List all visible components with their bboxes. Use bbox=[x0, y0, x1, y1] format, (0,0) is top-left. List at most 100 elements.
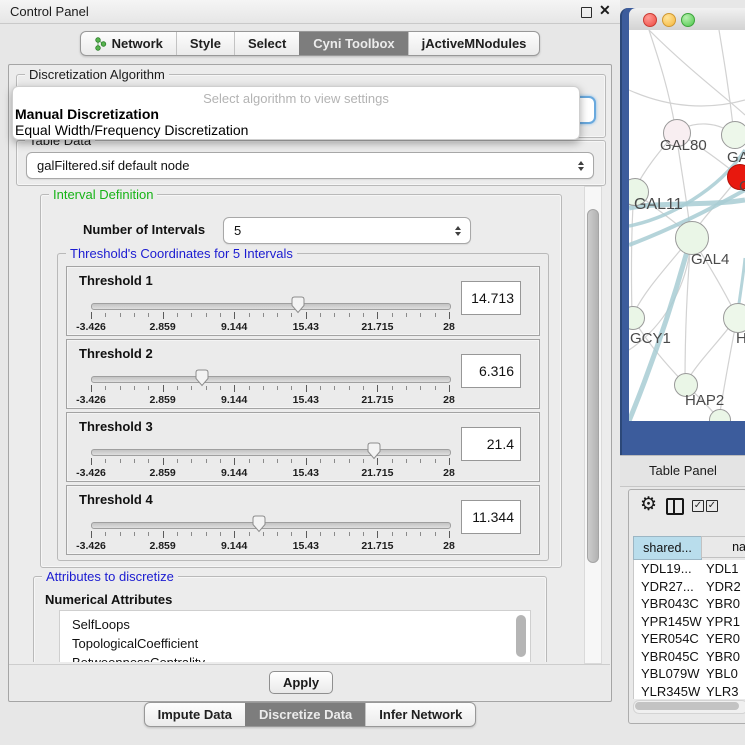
threshold-slider[interactable]: -3.4262.8599.14415.4321.71528 bbox=[91, 297, 449, 333]
table-header: shared... na bbox=[633, 536, 745, 559]
cell-shared-name: YBL079W bbox=[634, 666, 701, 681]
network-node-ga[interactable] bbox=[721, 121, 745, 149]
interval-definition-title: Interval Definition bbox=[49, 187, 157, 202]
network-icon bbox=[94, 37, 107, 51]
attribute-item[interactable]: TopologicalCoefficient bbox=[60, 634, 530, 653]
tab-cyni-toolbox[interactable]: Cyni Toolbox bbox=[299, 32, 407, 55]
slider-tick-labels: -3.4262.8599.14415.4321.71528 bbox=[91, 467, 449, 479]
settings-scrollbar-thumb[interactable] bbox=[587, 209, 599, 563]
slider-track[interactable] bbox=[91, 303, 451, 310]
threshold-value-input[interactable]: 6.316 bbox=[461, 354, 521, 388]
threshold-value-input[interactable]: 21.4 bbox=[461, 427, 521, 461]
checkbox-icon[interactable]: ✓ bbox=[706, 500, 718, 512]
algorithm-section-title: Discretization Algorithm bbox=[25, 67, 169, 82]
network-node-gal4[interactable] bbox=[675, 221, 709, 255]
table-panel: ⚙ ✓ ✓ shared... na YDL19...YDL1YDR27...Y… bbox=[628, 489, 745, 724]
table-row[interactable]: YBR043CYBR0 bbox=[634, 595, 745, 613]
slider-track[interactable] bbox=[91, 449, 451, 456]
minimize-traffic-light-icon[interactable] bbox=[662, 13, 676, 27]
threshold-label: Threshold 1 bbox=[79, 273, 153, 288]
table-hscrollbar[interactable] bbox=[633, 700, 745, 714]
threshold-slider[interactable]: -3.4262.8599.14415.4321.71528 bbox=[91, 516, 449, 552]
threshold-value-input[interactable]: 14.713 bbox=[461, 281, 521, 315]
column-header-name[interactable]: na bbox=[701, 536, 745, 558]
network-node-h[interactable] bbox=[723, 303, 745, 333]
gear-icon[interactable]: ⚙ bbox=[640, 493, 657, 516]
tab-select[interactable]: Select bbox=[234, 32, 299, 55]
slider-tick-labels: -3.4262.8599.14415.4321.71528 bbox=[91, 321, 449, 333]
tab-infer-network[interactable]: Infer Network bbox=[365, 703, 475, 726]
tab-infer-network-label: Infer Network bbox=[379, 707, 462, 722]
interval-definition-section: Interval Definition Number of Intervals … bbox=[40, 194, 562, 568]
cell-name: YLR3 bbox=[701, 684, 739, 699]
node-label: GCY1 bbox=[630, 330, 671, 347]
num-intervals-label: Number of Intervals bbox=[83, 222, 205, 237]
node-label: GAL11 bbox=[634, 196, 683, 214]
dropdown-option-equal-width-frequency[interactable]: Equal Width/Frequency Discretization bbox=[13, 122, 579, 138]
table-row[interactable]: YER054CYER0 bbox=[634, 630, 745, 648]
split-columns-icon[interactable] bbox=[666, 498, 684, 515]
tab-impute-data-label: Impute Data bbox=[158, 707, 232, 722]
attributes-title: Attributes to discretize bbox=[42, 569, 178, 584]
checkbox-icon[interactable]: ✓ bbox=[692, 500, 704, 512]
node-label: H bbox=[736, 330, 745, 347]
slider-thumb[interactable] bbox=[194, 369, 210, 387]
cell-name: YPR1 bbox=[701, 614, 740, 629]
zoom-traffic-light-icon[interactable] bbox=[681, 13, 695, 27]
threshold-panel-1: Threshold 1 -3.4262.8599.14415.4321.71528… bbox=[66, 266, 540, 336]
cell-name: YBL0 bbox=[701, 666, 738, 681]
tab-network[interactable]: Network bbox=[81, 32, 176, 55]
slider-track[interactable] bbox=[91, 376, 451, 383]
node-label: GAL4 bbox=[691, 251, 729, 268]
threshold-label: Threshold 3 bbox=[79, 419, 153, 434]
threshold-slider[interactable]: -3.4262.8599.14415.4321.71528 bbox=[91, 370, 449, 406]
spinner-icon bbox=[578, 161, 584, 171]
num-intervals-select[interactable]: 5 bbox=[223, 217, 471, 244]
slider-ticks bbox=[91, 385, 449, 393]
close-traffic-light-icon[interactable] bbox=[643, 13, 657, 27]
tab-style[interactable]: Style bbox=[176, 32, 234, 55]
tab-discretize-data-label: Discretize Data bbox=[259, 707, 352, 722]
column-header-shared-name[interactable]: shared... bbox=[633, 536, 702, 560]
thresholds-title: Threshold's Coordinates for 5 Intervals bbox=[66, 246, 297, 261]
close-panel-icon[interactable]: ✕ bbox=[599, 2, 611, 19]
table-row[interactable]: YBR045CYBR0 bbox=[634, 648, 745, 666]
threshold-value-input[interactable]: 11.344 bbox=[461, 500, 521, 534]
table-row[interactable]: YDR27...YDR2 bbox=[634, 578, 745, 596]
table-hscrollbar-thumb[interactable] bbox=[635, 702, 739, 710]
cell-name: YER0 bbox=[701, 631, 740, 646]
dropdown-option-manual-discretization[interactable]: Manual Discretization bbox=[13, 106, 579, 122]
attributes-section: Attributes to discretize Numerical Attri… bbox=[33, 576, 547, 662]
cell-shared-name: YBR043C bbox=[634, 596, 701, 611]
float-panel-icon[interactable] bbox=[581, 7, 592, 18]
table-data-select[interactable]: galFiltered.sif default node bbox=[26, 152, 594, 179]
cell-shared-name: YLR345W bbox=[634, 684, 701, 699]
apply-button[interactable]: Apply bbox=[269, 671, 333, 694]
slider-ticks bbox=[91, 531, 449, 539]
slider-track[interactable] bbox=[91, 522, 451, 529]
network-view[interactable]: GAL80GACGAL11GAL4GCY1HHAP2 bbox=[629, 30, 745, 421]
slider-thumb[interactable] bbox=[290, 296, 306, 314]
thresholds-section: Threshold's Coordinates for 5 Intervals … bbox=[57, 253, 549, 561]
table-row[interactable]: YDL19...YDL1 bbox=[634, 560, 745, 578]
threshold-slider[interactable]: -3.4262.8599.14415.4321.71528 bbox=[91, 443, 449, 479]
node-label: GAL80 bbox=[660, 137, 707, 154]
table-row[interactable]: YLR345WYLR3 bbox=[634, 683, 745, 700]
slider-thumb[interactable] bbox=[366, 442, 382, 460]
cell-name: YBR0 bbox=[701, 649, 740, 664]
tab-jactivemnodules[interactable]: jActiveMNodules bbox=[408, 32, 540, 55]
table-row[interactable]: YBL079WYBL0 bbox=[634, 665, 745, 683]
attributes-scrollbar-thumb[interactable] bbox=[516, 615, 526, 657]
attribute-item[interactable]: SelfLoops bbox=[60, 615, 530, 634]
table-panel-title: Table Panel bbox=[649, 463, 717, 478]
slider-tick-labels: -3.4262.8599.14415.4321.71528 bbox=[91, 540, 449, 552]
tab-impute-data[interactable]: Impute Data bbox=[145, 703, 245, 726]
cell-shared-name: YER054C bbox=[634, 631, 701, 646]
attribute-item[interactable]: BetweennessCentrality bbox=[60, 653, 530, 662]
tab-discretize-data[interactable]: Discretize Data bbox=[245, 703, 365, 726]
table-row[interactable]: YPR145WYPR1 bbox=[634, 613, 745, 631]
slider-thumb[interactable] bbox=[251, 515, 267, 533]
node-label: HAP2 bbox=[685, 392, 724, 409]
network-window-titlebar[interactable] bbox=[629, 8, 745, 31]
settings-scrollbar[interactable] bbox=[584, 186, 602, 664]
